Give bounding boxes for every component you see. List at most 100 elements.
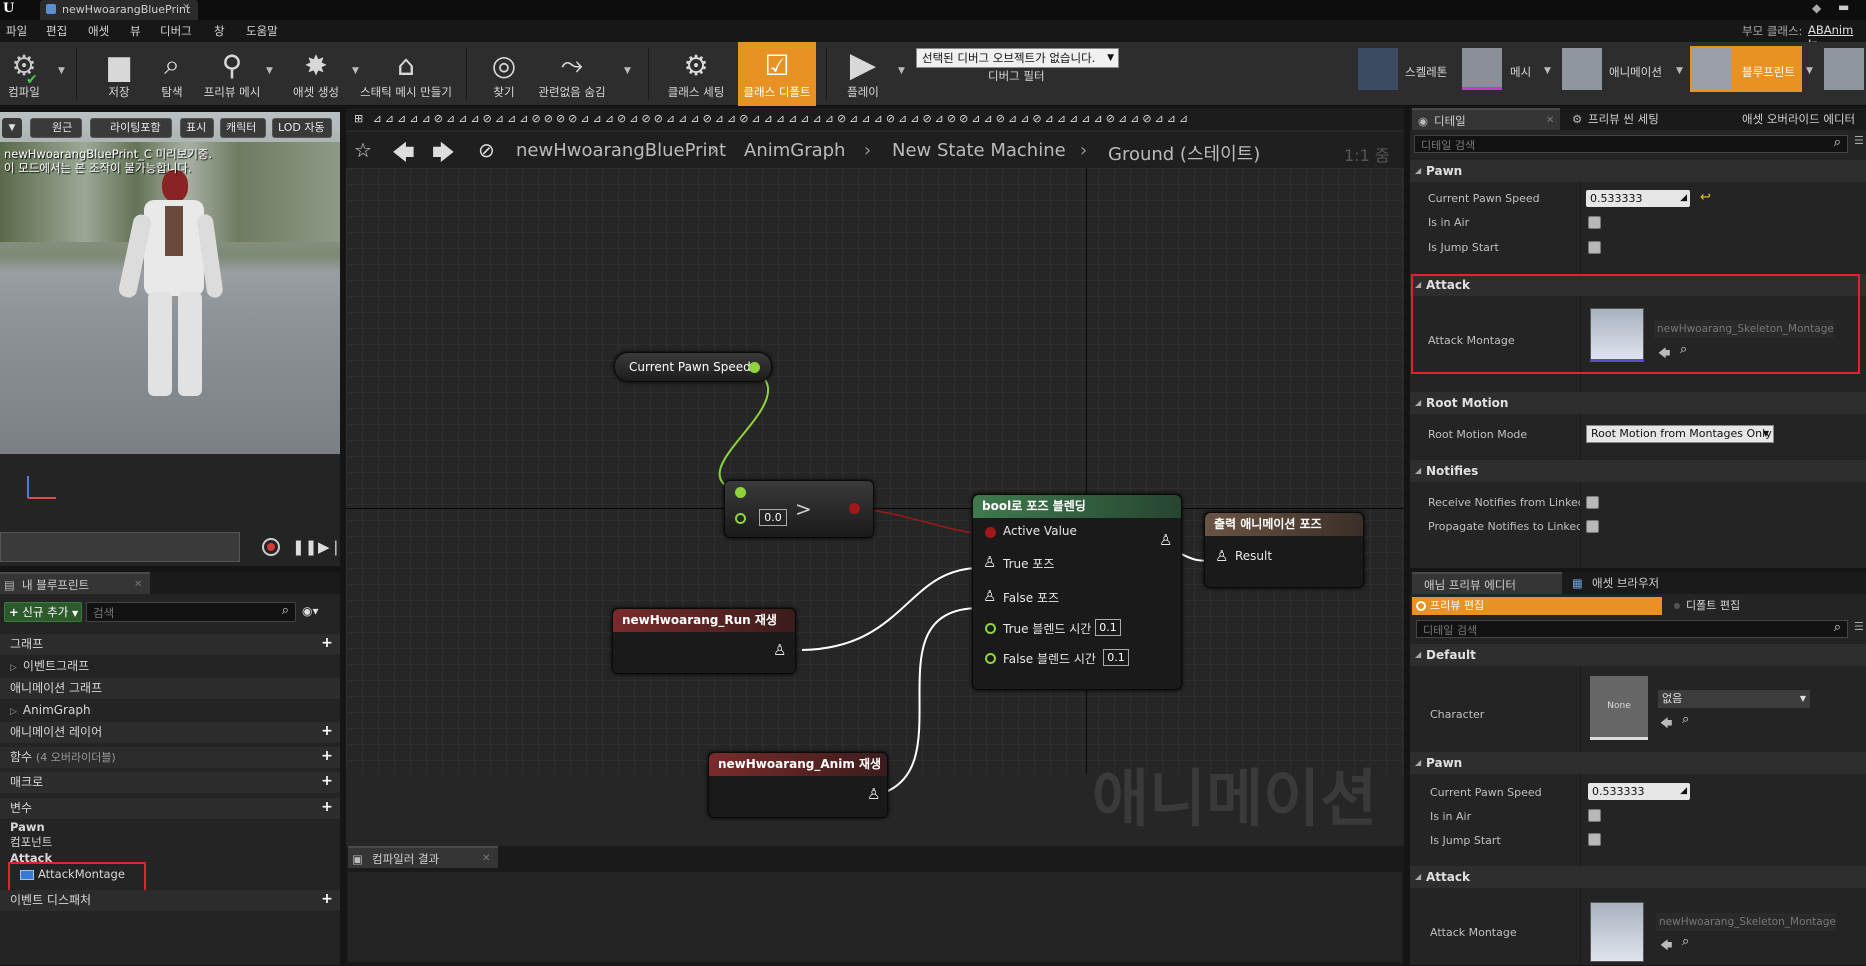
preview-is-in-air-checkbox[interactable] — [1588, 809, 1601, 822]
asset-override-editor-tab[interactable]: 애셋 오버라이드 에디터 — [1720, 108, 1866, 130]
pose-input-pin-icon[interactable]: ♙ — [1215, 547, 1228, 565]
perspective-button[interactable]: 원근 — [30, 118, 82, 138]
close-icon[interactable]: ✕ — [182, 2, 190, 13]
browse-magnifier-icon[interactable]: ⌕ — [1682, 712, 1689, 727]
plus-icon[interactable]: + — [320, 749, 334, 764]
lod-button[interactable]: LOD 자동 — [272, 118, 332, 138]
graphs-category[interactable]: 그래프 + — [0, 634, 340, 655]
document-tab[interactable]: newHwoarangBluePrint ✕ — [40, 0, 198, 20]
anim-graph-item[interactable]: ▷ AnimGraph — [0, 700, 340, 721]
mesh-mode-dropdown-icon[interactable]: ▼ — [1544, 66, 1551, 76]
event-dispatchers-category[interactable]: 이벤트 디스패처 + — [0, 890, 340, 911]
preview-is-jump-start-checkbox[interactable] — [1588, 833, 1601, 846]
pose-output-pin-icon[interactable]: ♙ — [1159, 531, 1172, 549]
static-mesh-button[interactable]: ⌂ 스태틱 메시 만들기 — [356, 42, 456, 106]
preview-current-pawn-speed-field[interactable]: 0.533333 ◢ — [1588, 783, 1690, 800]
menu-view[interactable]: 뷰 — [130, 23, 141, 39]
preview-search-input[interactable]: 디테일 검색 ⌕ — [1416, 620, 1848, 638]
float-input-pin-icon[interactable] — [985, 623, 996, 634]
output-pose-node[interactable]: 출력 애니메이션 포즈 ♙ Result — [1204, 512, 1364, 588]
animation-mode-icon[interactable] — [1562, 48, 1602, 90]
menu-debug[interactable]: 디버그 — [160, 23, 192, 39]
compile-dropdown-icon[interactable]: ▼ — [58, 66, 65, 76]
extra-mode-icon[interactable] — [1824, 48, 1864, 90]
create-asset-button[interactable]: ✸ 애셋 생성 — [284, 42, 348, 106]
macros-category[interactable]: 매크로 + — [0, 772, 340, 793]
close-icon[interactable]: ✕ — [1546, 110, 1554, 132]
play-button[interactable]: ▶ 플레이 — [838, 42, 888, 106]
float-input-pin-icon[interactable] — [735, 487, 746, 498]
compiler-results-tab[interactable]: 컴파일러 결과 ▣ ✕ — [348, 846, 498, 868]
run-sequence-player-node[interactable]: newHwoarang_Run 재생 ♙ — [612, 608, 796, 674]
character-thumbnail[interactable]: None — [1590, 676, 1648, 740]
false-blend-time-field[interactable]: 0.1 — [1103, 649, 1129, 666]
anim-layers-category[interactable]: 애니메이션 레이어 + — [0, 722, 340, 743]
details-pawn-section[interactable]: ◢ Pawn — [1410, 160, 1866, 182]
compare-value-field[interactable]: 0.0 — [759, 509, 787, 526]
save-button[interactable]: ▆ 저장 — [96, 42, 142, 106]
details-notifies-section[interactable]: ◢ Notifies — [1410, 460, 1866, 482]
blueprint-mode-dropdown-icon[interactable]: ▼ — [1806, 66, 1813, 76]
character-button[interactable]: 캐릭터 — [220, 118, 266, 138]
pause-icon[interactable]: ❚❚ — [292, 538, 317, 556]
pose-output-pin-icon[interactable]: ♙ — [867, 785, 880, 803]
details-root-motion-section[interactable]: ◢ Root Motion — [1410, 392, 1866, 414]
animation-mode-dropdown-icon[interactable]: ▼ — [1676, 66, 1683, 76]
class-defaults-button[interactable]: ☑ 클래스 디폴트 — [738, 42, 816, 106]
float-input-pin-icon[interactable] — [735, 513, 746, 524]
character-asset-select[interactable]: 없음 ▼ — [1658, 690, 1810, 708]
add-new-button[interactable]: + 신규 추가 ▼ — [4, 602, 82, 622]
animation-mode-label[interactable]: 애니메이션 — [1609, 64, 1662, 80]
minimize-icon[interactable]: ▬ — [1838, 0, 1849, 14]
my-blueprint-tab[interactable]: 내 블루프린트 ▤ ✕ — [0, 572, 150, 594]
preview-pawn-section[interactable]: ◢ Pawn — [1410, 752, 1866, 774]
preview-scene-settings-tab[interactable]: ⚙ 프리뷰 씬 세팅 — [1566, 108, 1716, 130]
variables-category[interactable]: 변수 + — [0, 798, 340, 819]
eye-icon[interactable]: ◉▾ — [302, 604, 319, 618]
menu-asset[interactable]: 애셋 — [88, 23, 109, 39]
timeline-scrubber[interactable] — [0, 532, 240, 562]
feedback-icon[interactable]: ◆ — [1812, 1, 1821, 15]
blueprint-mode-tab[interactable]: 블루프린트 — [1690, 46, 1802, 92]
menu-help[interactable]: 도움말 — [246, 23, 278, 39]
preview-montage-asset-picker[interactable]: newHwoarang_Skeleton_Montage — [1656, 913, 1836, 931]
plus-icon[interactable]: + — [320, 892, 334, 907]
skeleton-mode-icon[interactable] — [1358, 48, 1398, 90]
step-forward-icon[interactable]: ▶❘ — [318, 538, 342, 556]
default-edit-toggle[interactable]: 디폴트 편집 — [1668, 597, 1862, 615]
asset-browser-tab[interactable]: ▦ 애셋 브라우저 — [1566, 572, 1716, 594]
debug-object-select[interactable]: 선택된 디버그 오브젝트가 없습니다. ▼ — [916, 48, 1119, 68]
preview-default-section[interactable]: ◢ Default — [1410, 644, 1866, 666]
browse-magnifier-icon[interactable]: ⌕ — [1682, 934, 1689, 949]
class-settings-button[interactable]: ⚙ 클래스 세팅 — [662, 42, 730, 106]
play-dropdown-icon[interactable]: ▼ — [898, 66, 905, 76]
close-icon[interactable]: ✕ — [482, 848, 490, 870]
details-search-input[interactable]: 디테일 검색 ⌕ — [1414, 135, 1848, 153]
show-button[interactable]: 표시 — [180, 118, 214, 138]
plus-icon[interactable]: + — [320, 774, 334, 789]
float-output-pin-icon[interactable] — [749, 362, 760, 373]
blend-poses-by-bool-node[interactable]: bool로 포즈 블렌딩 Active Value ♙ True 포즈 ♙ Fa… — [972, 494, 1182, 690]
pose-pin-icon[interactable]: ♙ — [983, 587, 996, 605]
pose-pin-icon[interactable]: ♙ — [983, 553, 996, 571]
current-pawn-speed-node[interactable]: Current Pawn Speed — [614, 352, 772, 382]
plus-icon[interactable]: + — [320, 636, 334, 651]
viewport-options-button[interactable]: ▼ — [2, 118, 22, 138]
preview-mesh-button[interactable]: ⚲ 프리뷰 메시 — [202, 42, 262, 106]
search-input[interactable]: 검색 ⌕ — [86, 602, 296, 622]
preview-montage-thumbnail[interactable] — [1590, 902, 1644, 962]
anim-preview-editor-tab[interactable]: 애님 프리뷰 에디터 — [1412, 572, 1562, 594]
true-blend-time-field[interactable]: 0.1 — [1095, 619, 1121, 636]
is-in-air-checkbox[interactable] — [1588, 216, 1601, 229]
preview-edit-toggle[interactable]: 프리뷰 편집 — [1412, 597, 1662, 615]
bool-input-pin-icon[interactable] — [985, 527, 996, 538]
receive-notifies-checkbox[interactable] — [1586, 496, 1599, 509]
hide-unrelated-button[interactable]: ⤳ 관련없음 숨김 — [534, 42, 610, 106]
attack-montage-variable[interactable]: AttackMontage — [0, 864, 340, 885]
preview-attack-section[interactable]: ◢ Attack — [1410, 866, 1866, 888]
skeleton-mode-label[interactable]: 스켈레톤 — [1405, 64, 1447, 80]
record-button[interactable] — [262, 538, 280, 556]
mesh-mode-label[interactable]: 메시 — [1510, 64, 1531, 80]
float-input-pin-icon[interactable] — [985, 653, 996, 664]
lighting-button[interactable]: 라이팅포함 — [90, 118, 172, 138]
